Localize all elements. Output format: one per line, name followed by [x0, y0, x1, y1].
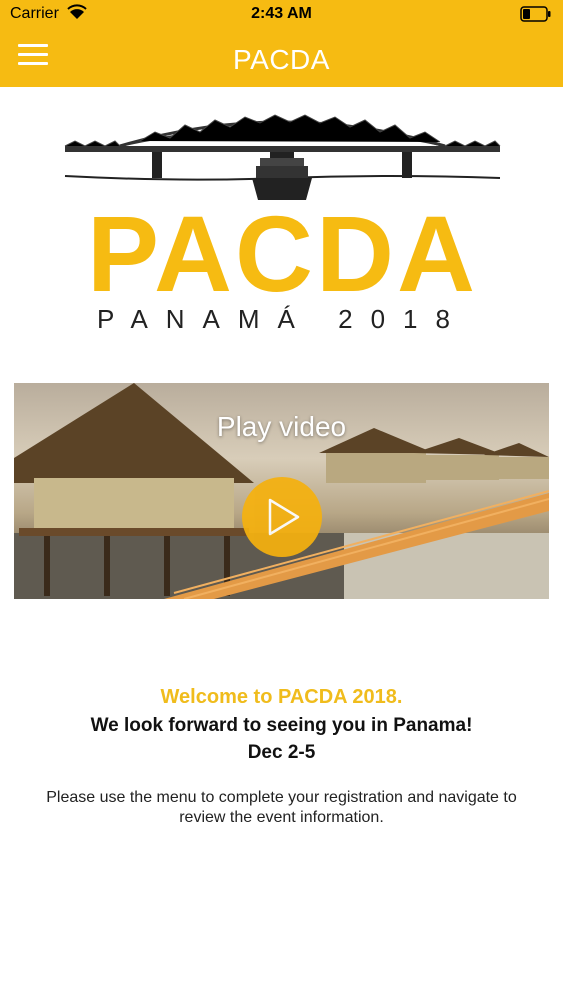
- welcome-heading: Welcome to PACDA 2018.: [160, 686, 403, 708]
- play-icon: [268, 498, 300, 536]
- logo-subtitle: PANAMÁ 2018: [97, 304, 468, 334]
- tagline: We look forward to seeing you in Panama!: [90, 715, 473, 736]
- event-dates: Dec 2-5: [247, 742, 316, 763]
- event-logo: PACDA PANAMÁ 2018: [60, 108, 505, 338]
- battery-icon: [520, 6, 552, 27]
- app-header: Carrier 2:43 AM PACDA: [0, 0, 563, 87]
- video-player[interactable]: Play video: [14, 383, 549, 599]
- play-button[interactable]: [242, 477, 322, 557]
- video-label: Play video: [216, 411, 347, 442]
- logo-word: PACDA: [87, 193, 478, 314]
- nav-bar: PACDA: [0, 30, 563, 87]
- info-text: Please use the menu to complete your reg…: [46, 789, 517, 826]
- status-bar: Carrier 2:43 AM: [0, 0, 563, 30]
- status-time: 2:43 AM: [251, 5, 312, 22]
- page-title: PACDA: [233, 44, 330, 75]
